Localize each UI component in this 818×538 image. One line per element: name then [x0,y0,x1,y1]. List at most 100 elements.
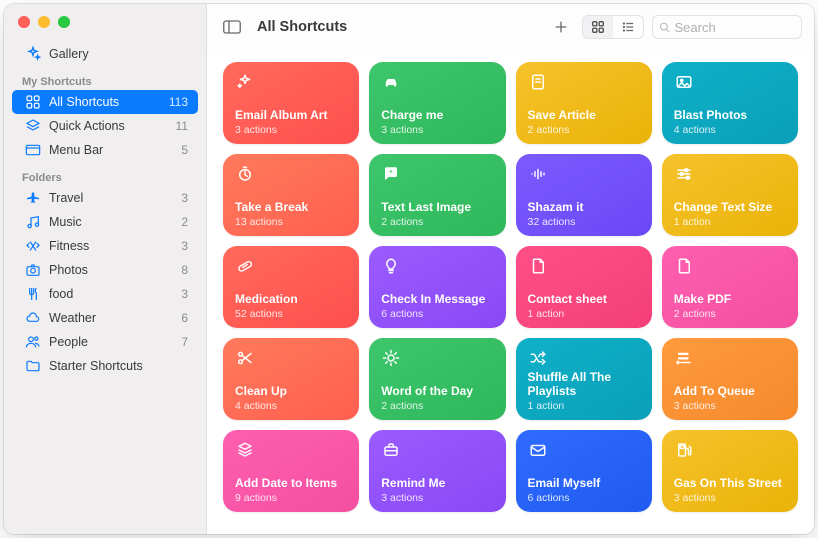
cloud-icon [24,309,42,327]
shortcut-subtitle: 3 actions [674,400,786,412]
sidebar-item-people[interactable]: People 7 [12,330,198,354]
chat-icon: + [381,164,401,184]
shortcut-subtitle: 2 actions [381,216,493,228]
car-icon [381,72,401,92]
sliders-icon [674,164,694,184]
main-panel: All Shortcuts Email Album Art 3 ac [207,4,814,534]
shortcut-tile-remind-me[interactable]: Remind Me 3 actions [369,430,505,512]
shortcut-subtitle: 1 action [528,308,640,320]
folder-icon [24,357,42,375]
zoom-button[interactable] [58,16,70,28]
shortcut-title: Email Myself [528,477,640,491]
shortcut-title: Medication [235,293,347,307]
sidebar-item-label: Fitness [49,239,181,253]
shortcut-tile-change-text-size[interactable]: Change Text Size 1 action [662,154,798,236]
shortcut-tile-blast-photos[interactable]: Blast Photos 4 actions [662,62,798,144]
shortcut-title: Clean Up [235,385,347,399]
view-mode-segmented[interactable] [582,15,644,39]
shortcut-title: Remind Me [381,477,493,491]
shortcut-tile-take-a-break[interactable]: Take a Break 13 actions [223,154,359,236]
shortcut-tile-check-in-message[interactable]: Check In Message 6 actions [369,246,505,328]
toggle-sidebar-button[interactable] [219,16,245,38]
shortcut-tile-add-to-queue[interactable]: Add To Queue 3 actions [662,338,798,420]
shortcut-title: Text Last Image [381,201,493,215]
shortcut-tile-medication[interactable]: Medication 52 actions [223,246,359,328]
shortcuts-content: Email Album Art 3 actions Charge me 3 ac… [207,50,814,534]
sparkle-icon [235,72,255,92]
shortcut-tile-clean-up[interactable]: Clean Up 4 actions [223,338,359,420]
shortcut-subtitle: 13 actions [235,216,347,228]
shortcut-subtitle: 32 actions [528,216,640,228]
shortcut-tile-shuffle-all-the-playlists[interactable]: Shuffle All The Playlists 1 action [516,338,652,420]
shortcut-title: Make PDF [674,293,786,307]
note-icon [528,72,548,92]
shortcut-tile-shazam-it[interactable]: Shazam it 32 actions [516,154,652,236]
sidebar-item-quick-actions[interactable]: Quick Actions 11 [12,114,198,138]
sidebar-item-label: Menu Bar [49,143,181,157]
close-button[interactable] [18,16,30,28]
shortcut-tile-gas-on-this-street[interactable]: Gas On This Street 3 actions [662,430,798,512]
shortcut-subtitle: 2 actions [674,308,786,320]
sidebar-item-fitness[interactable]: Fitness 3 [12,234,198,258]
sidebar: Gallery My Shortcuts All Shortcuts 113 Q… [4,4,207,534]
sidebar-item-count: 3 [181,287,188,301]
sidebar-item-label: Music [49,215,181,229]
pill-icon [235,256,255,276]
shortcut-tile-contact-sheet[interactable]: Contact sheet 1 action [516,246,652,328]
shortcut-subtitle: 3 actions [381,124,493,136]
list-view-button[interactable] [613,16,643,38]
shortcut-title: Shazam it [528,201,640,215]
sidebar-item-starter-shortcuts[interactable]: Starter Shortcuts [12,354,198,378]
shortcut-subtitle: 3 actions [674,492,786,504]
shortcut-tile-text-last-image[interactable]: + Text Last Image 2 actions [369,154,505,236]
shortcut-subtitle: 6 actions [528,492,640,504]
sidebar-item-weather[interactable]: Weather 6 [12,306,198,330]
shortcut-tile-email-myself[interactable]: Email Myself 6 actions [516,430,652,512]
doc-icon [528,256,548,276]
search-input[interactable] [675,20,795,35]
toolbar: All Shortcuts [207,4,814,50]
sidebar-item-count: 11 [176,119,188,133]
sidebar-item-gallery[interactable]: Gallery [12,42,198,66]
shortcut-title: Save Article [528,109,640,123]
sidebar-item-label: All Shortcuts [49,95,169,109]
pump-icon [674,440,694,460]
sidebar-item-label: Photos [49,263,181,277]
sidebar-item-food[interactable]: food 3 [12,282,198,306]
sidebar-item-label: Weather [49,311,181,325]
shortcut-title: Email Album Art [235,109,347,123]
window-controls [4,4,206,38]
doc-icon [674,256,694,276]
shortcut-subtitle: 2 actions [528,124,640,136]
shortcut-subtitle: 4 actions [674,124,786,136]
sidebar-item-all-shortcuts[interactable]: All Shortcuts 113 [12,90,198,114]
layers-icon [24,117,42,135]
briefcase-icon [381,440,401,460]
shortcut-title: Take a Break [235,201,347,215]
sound-icon [528,164,548,184]
add-shortcut-button[interactable] [548,16,574,38]
grid-icon [24,93,42,111]
shortcut-tile-add-date-to-items[interactable]: Add Date to Items 9 actions [223,430,359,512]
svg-text:+: + [389,168,393,175]
shortcut-tile-make-pdf[interactable]: Make PDF 2 actions [662,246,798,328]
shortcut-title: Word of the Day [381,385,493,399]
shortcut-title: Blast Photos [674,109,786,123]
shortcut-tile-word-of-the-day[interactable]: Word of the Day 2 actions [369,338,505,420]
shortcut-subtitle: 1 action [674,216,786,228]
mail-icon [528,440,548,460]
sidebar-item-music[interactable]: Music 2 [12,210,198,234]
plane-icon [24,189,42,207]
stack-icon [235,440,255,460]
sidebar-item-travel[interactable]: Travel 3 [12,186,198,210]
shortcut-tile-email-album-art[interactable]: Email Album Art 3 actions [223,62,359,144]
shortcut-tile-charge-me[interactable]: Charge me 3 actions [369,62,505,144]
sun-icon [381,348,401,368]
shortcut-tile-save-article[interactable]: Save Article 2 actions [516,62,652,144]
sidebar-item-photos[interactable]: Photos 8 [12,258,198,282]
grid-view-button[interactable] [583,16,613,38]
search-field[interactable] [652,15,802,39]
minimize-button[interactable] [38,16,50,28]
sidebar-item-menu-bar[interactable]: Menu Bar 5 [12,138,198,162]
shortcut-title: Check In Message [381,293,493,307]
